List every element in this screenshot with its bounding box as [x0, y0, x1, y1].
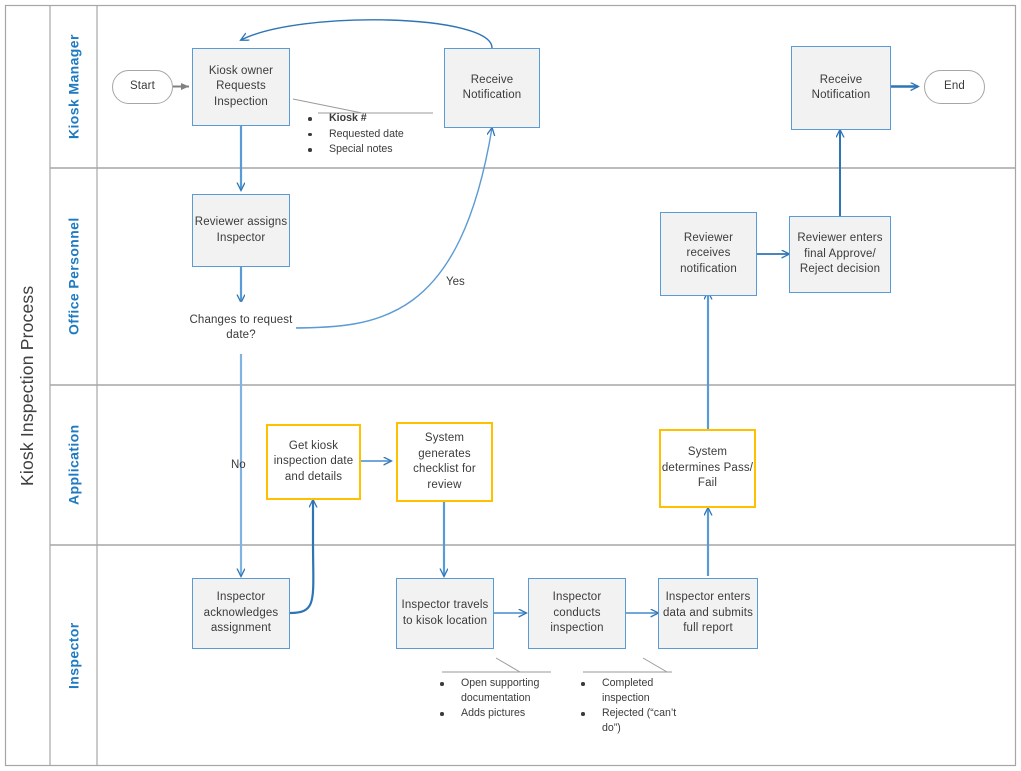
connector-acknowledges-to-get-details	[289, 500, 313, 615]
node-start[interactable]: Start	[112, 70, 173, 104]
node-end[interactable]: End	[924, 70, 985, 104]
edge-label-yes: Yes	[446, 276, 465, 288]
node-inspector-acknowledges-assignment[interactable]: Inspector acknowledges assignment	[192, 578, 290, 649]
node-inspector-conducts-inspection[interactable]: Inspector conducts inspection	[528, 578, 626, 649]
node-inspector-travels-to-kiosk[interactable]: Inspector travels to kisok location	[396, 578, 494, 649]
annotation-request-details: Kiosk # Requested date Special notes	[303, 111, 438, 158]
node-system-determines-pass-fail[interactable]: System determines Pass/ Fail	[659, 429, 756, 508]
node-reviewer-assigns-inspector[interactable]: Reviewer assigns Inspector	[192, 194, 290, 267]
lane-label-kiosk-manager: Kiosk Manager	[65, 34, 82, 139]
annotation-item: Kiosk #	[303, 111, 438, 126]
lane-label-application: Application	[65, 424, 82, 506]
annotation-item: Rejected (“can’t do”)	[576, 706, 696, 735]
annotation-item: Requested date	[303, 127, 438, 142]
lane-label-inspector: Inspector	[65, 622, 82, 689]
node-get-kiosk-inspection-details[interactable]: Get kiosk inspection date and details	[266, 424, 361, 500]
node-receive-notification-1[interactable]: Receive Notification	[444, 48, 540, 128]
lane-label-office-personnel: Office Personnel	[65, 217, 82, 336]
annotation-item: Open supporting documentation	[435, 676, 560, 705]
node-system-generates-checklist[interactable]: System generates checklist for review	[396, 422, 493, 502]
node-kiosk-owner-requests-inspection[interactable]: Kiosk owner Requests Inspection	[192, 48, 290, 126]
node-reviewer-enters-final-decision[interactable]: Reviewer enters final Approve/ Reject de…	[789, 216, 891, 293]
annotation-item: Completed inspection	[576, 676, 696, 705]
node-reviewer-receives-notification[interactable]: Reviewer receives notification	[660, 212, 757, 296]
annotation-item: Adds pictures	[435, 706, 560, 721]
decision-label: Changes to request date?	[189, 313, 293, 342]
connector-notification-to-request-loop	[241, 19, 493, 49]
annotation-inspection-activities: Open supporting documentation Adds pictu…	[435, 676, 560, 722]
annotation-item: Special notes	[303, 142, 438, 157]
pool-title: Kiosk Inspection Process	[17, 285, 37, 486]
annotation-report-outcomes: Completed inspection Rejected (“can’t do…	[576, 676, 696, 736]
connector-decision-yes-to-notification	[289, 128, 492, 329]
node-changes-to-request-date-decision[interactable]: Changes to request date?	[186, 302, 296, 354]
node-receive-notification-2[interactable]: Receive Notification	[791, 46, 891, 130]
swimlane-diagram: Kiosk Inspection Process Kiosk Manager O…	[0, 0, 1021, 771]
edge-label-no: No	[231, 459, 246, 471]
node-inspector-enters-data[interactable]: Inspector enters data and submits full r…	[658, 578, 758, 649]
